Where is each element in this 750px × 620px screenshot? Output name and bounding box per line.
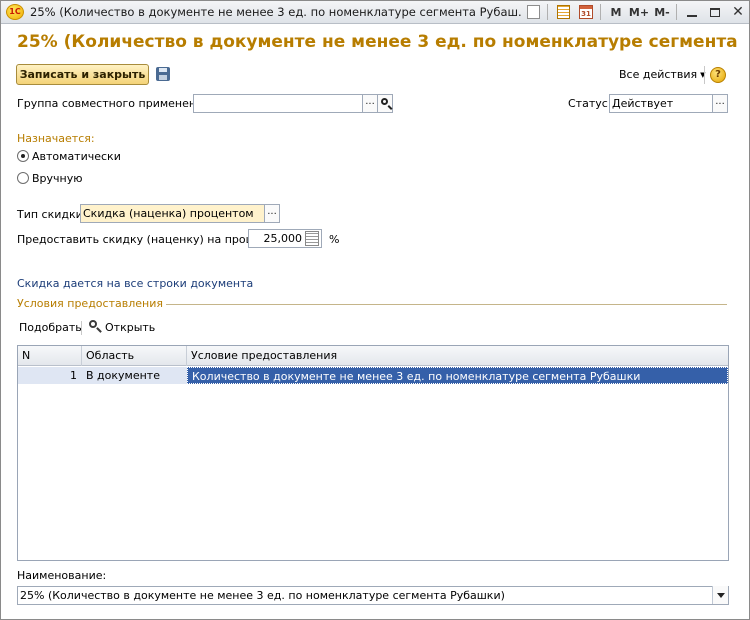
group-search-button[interactable] [377, 94, 393, 113]
group-select-button[interactable]: ... [362, 94, 378, 113]
status-label: Статус: [568, 97, 612, 110]
radio-automatic-label[interactable]: Автоматически [32, 150, 121, 163]
1c-logo-icon[interactable]: 1С [6, 4, 24, 20]
toolbar-separator [600, 4, 601, 20]
search-icon [381, 98, 388, 105]
percent-label: Предоставить скидку (наценку) на процент [17, 233, 274, 246]
toolbar-separator [81, 321, 82, 335]
radio-manual[interactable] [17, 172, 29, 184]
all-rows-link[interactable]: Скидка дается на все строки документа [17, 277, 253, 290]
name-dropdown-button[interactable] [712, 586, 728, 604]
help-icon[interactable]: ? [710, 67, 726, 83]
cell-area[interactable]: В документе [82, 367, 187, 384]
column-header-area[interactable]: Область [82, 346, 187, 366]
toolbar-separator [676, 4, 677, 20]
save-icon[interactable] [156, 67, 170, 81]
name-input[interactable]: 25% (Количество в документе не менее 3 е… [17, 586, 729, 605]
favorites-icon[interactable] [522, 3, 544, 22]
conditions-group-title: Условия предоставления [17, 297, 166, 310]
status-select-button[interactable]: ... [712, 94, 728, 113]
minimize-button[interactable] [681, 3, 703, 22]
cell-condition[interactable]: Количество в документе не менее 3 ед. по… [187, 367, 728, 384]
group-input[interactable] [193, 94, 363, 113]
radio-automatic[interactable] [17, 150, 29, 162]
pick-button[interactable]: Подобрать [19, 321, 82, 334]
discount-type-field[interactable]: Скидка (наценка) процентом [80, 204, 265, 223]
cell-n[interactable]: 1 [18, 367, 82, 384]
page-title: 25% (Количество в документе не менее 3 е… [17, 32, 737, 52]
toolbar-separator [704, 66, 705, 84]
name-label: Наименование: [17, 569, 107, 582]
toolbar-separator [547, 4, 548, 20]
maximize-button[interactable] [704, 3, 726, 22]
discount-type-select-button[interactable]: ... [264, 204, 280, 223]
table-row[interactable]: 1 В документе Количество в документе не … [18, 367, 728, 384]
memory-mminus-button[interactable]: M- [651, 3, 673, 22]
column-header-n[interactable]: N [18, 346, 82, 366]
radio-manual-label[interactable]: Вручную [32, 172, 83, 185]
window-title: 25% (Количество в документе не менее 3 е… [30, 5, 521, 19]
memory-mplus-button[interactable]: M+ [628, 3, 650, 22]
table-header: N Область Условие предоставления [18, 346, 728, 366]
magnifier-icon [89, 320, 102, 333]
group-label: Группа совместного применения: [17, 97, 214, 110]
conditions-table[interactable]: N Область Условие предоставления 1 В док… [17, 345, 729, 561]
calculator-icon[interactable] [305, 231, 319, 246]
open-button[interactable]: Открыть [105, 321, 155, 334]
form-window: 1С 25% (Количество в документе не менее … [0, 0, 750, 620]
close-button[interactable]: ✕ [727, 3, 749, 22]
save-and-close-button[interactable]: Записать и закрыть [16, 64, 149, 85]
spreadsheet-icon[interactable] [552, 3, 574, 22]
all-actions-label: Все действия [619, 68, 698, 81]
column-header-condition[interactable]: Условие предоставления [187, 346, 728, 366]
memory-m-button[interactable]: M [605, 3, 627, 22]
all-actions-menu[interactable]: Все действия ▼ [619, 68, 705, 81]
status-field[interactable]: Действует [609, 94, 713, 113]
percent-unit: % [329, 233, 340, 246]
calendar-icon[interactable]: 31 [575, 3, 597, 22]
discount-type-label: Тип скидки: [17, 208, 87, 221]
title-bar: 1С 25% (Количество в документе не менее … [1, 1, 749, 24]
assigned-label: Назначается: [17, 132, 95, 145]
